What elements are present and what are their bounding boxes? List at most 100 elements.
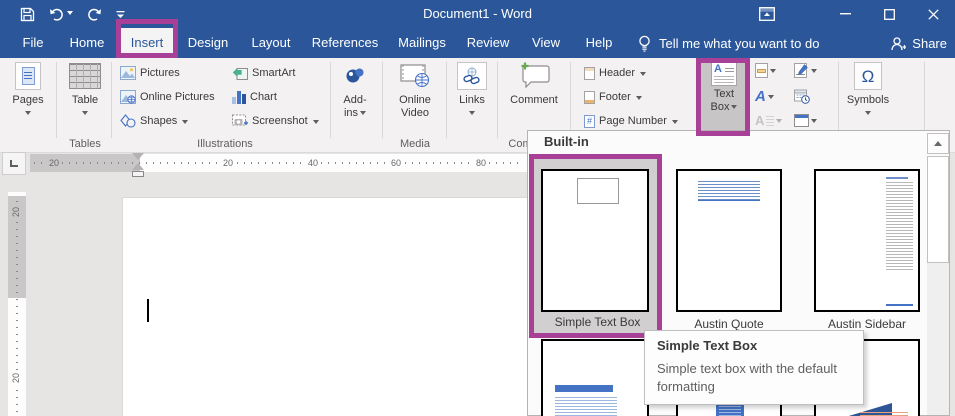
- links-label: Links: [459, 94, 485, 107]
- group-separator: [330, 62, 331, 138]
- header-button[interactable]: Header: [584, 63, 646, 83]
- ruler-number: 20: [11, 370, 21, 386]
- gallery-scroll-up-button[interactable]: [927, 133, 949, 154]
- shapes-button[interactable]: Shapes: [120, 111, 188, 131]
- tab-view[interactable]: View: [524, 28, 568, 58]
- maximize-button[interactable]: [867, 0, 911, 28]
- group-label-media: Media: [388, 138, 442, 152]
- tab-stop-icon: [10, 160, 18, 167]
- first-line-indent-marker[interactable]: [132, 153, 144, 160]
- pages-button[interactable]: Pages: [4, 60, 52, 118]
- footer-label: Footer: [599, 91, 631, 103]
- smartart-icon: [232, 66, 248, 80]
- date-time-button[interactable]: [794, 89, 810, 104]
- horizontal-ruler: 20 20 40 60 80: [30, 154, 527, 172]
- tab-file[interactable]: File: [14, 28, 52, 58]
- comment-icon: [517, 62, 551, 90]
- gallery-item-label: Austin Sidebar: [803, 317, 931, 331]
- pictures-button[interactable]: Pictures: [120, 63, 180, 83]
- online-pictures-button[interactable]: Online Pictures: [120, 87, 215, 107]
- add-ins-icon: [344, 66, 366, 86]
- chart-label: Chart: [250, 91, 277, 103]
- chart-button[interactable]: Chart: [232, 87, 277, 107]
- footer-icon: [584, 91, 595, 104]
- thumbnail-banded-text: [555, 396, 617, 416]
- share-button[interactable]: Share: [890, 28, 947, 58]
- group-separator: [497, 62, 498, 138]
- tab-insert[interactable]: Insert: [121, 28, 173, 58]
- window-controls: [823, 0, 955, 28]
- group-separator: [382, 62, 383, 138]
- ribbon-display-options-button[interactable]: [747, 0, 787, 28]
- tab-review[interactable]: Review: [462, 28, 514, 58]
- symbols-button[interactable]: Ω Symbols: [844, 60, 892, 118]
- tab-design[interactable]: Design: [182, 28, 234, 58]
- title-bar: Document1 - Word: [0, 0, 955, 28]
- tab-home[interactable]: Home: [64, 28, 110, 58]
- page-number-button[interactable]: # Page Number: [584, 111, 678, 131]
- close-icon: [928, 9, 939, 20]
- shapes-label: Shapes: [140, 115, 177, 127]
- add-ins-button[interactable]: Add- ins: [334, 60, 376, 120]
- vertical-ruler: 20 20: [8, 192, 26, 416]
- pictures-icon: [120, 66, 136, 80]
- gallery-item-austin-quote[interactable]: [676, 169, 782, 312]
- screenshot-button[interactable]: Screenshot: [232, 111, 319, 131]
- table-dropdown-arrow-icon: [82, 111, 88, 118]
- signature-line-button[interactable]: [794, 63, 817, 78]
- text-box-label-line1: Text: [714, 88, 734, 101]
- hanging-indent-marker[interactable]: [132, 163, 144, 170]
- online-video-label-line2: Video: [401, 107, 429, 120]
- wordart-dropdown-arrow-icon: [768, 95, 774, 102]
- close-button[interactable]: [911, 0, 955, 28]
- signature-line-icon: [794, 63, 809, 78]
- text-box-label-line2: Box: [711, 101, 730, 114]
- gallery-scrollbar-track[interactable]: [927, 263, 949, 415]
- links-dropdown-arrow-icon: [469, 111, 475, 118]
- object-button[interactable]: [794, 114, 817, 127]
- gallery-item-simple-text-box[interactable]: [541, 169, 649, 312]
- wordart-button[interactable]: A: [755, 89, 774, 104]
- smartart-button[interactable]: SmartArt: [232, 63, 295, 83]
- links-icon: [457, 62, 487, 90]
- online-video-button[interactable]: Online Video: [388, 60, 442, 120]
- comment-label: Comment: [510, 94, 558, 107]
- text-box-button[interactable]: A Text Box: [701, 59, 747, 133]
- document-page[interactable]: [122, 197, 527, 416]
- gallery-section-header: Built-in: [544, 134, 589, 149]
- online-video-label-line1: Online: [399, 94, 431, 107]
- header-icon: [584, 67, 595, 80]
- tooltip-simple-text-box: Simple Text Box Simple text box with the…: [644, 330, 864, 405]
- text-cursor: [147, 299, 149, 322]
- left-indent-marker[interactable]: [132, 171, 144, 177]
- pictures-label: Pictures: [140, 67, 180, 79]
- wordart-icon: A: [755, 89, 766, 104]
- tab-layout[interactable]: Layout: [244, 28, 298, 58]
- gallery-item-austin-sidebar[interactable]: [814, 169, 920, 312]
- comment-button[interactable]: Comment: [504, 60, 564, 107]
- chart-icon: [232, 91, 246, 104]
- drop-cap-button[interactable]: A: [755, 114, 782, 127]
- tab-mailings[interactable]: Mailings: [392, 28, 452, 58]
- smartart-label: SmartArt: [252, 67, 295, 79]
- quick-parts-icon: [755, 63, 768, 78]
- table-button[interactable]: Table: [62, 60, 108, 118]
- share-label: Share: [912, 36, 947, 51]
- text-box-dropdown-arrow-icon: [731, 105, 737, 112]
- tab-selector-button[interactable]: [2, 152, 26, 175]
- pages-dropdown-arrow-icon: [25, 111, 31, 118]
- scroll-up-arrow-icon: [934, 137, 942, 146]
- ruler-number: 80: [473, 157, 489, 169]
- maximize-icon: [884, 9, 895, 20]
- tell-me-box[interactable]: Tell me what you want to do: [638, 28, 819, 58]
- links-button[interactable]: Links: [450, 60, 494, 118]
- tab-references[interactable]: References: [308, 28, 382, 58]
- tab-help[interactable]: Help: [578, 28, 620, 58]
- gallery-item-row2-1[interactable]: [541, 339, 649, 416]
- quick-parts-button[interactable]: [755, 63, 776, 78]
- ribbon-tab-bar: File Home Insert Design Layout Reference…: [0, 28, 955, 58]
- footer-button[interactable]: Footer: [584, 87, 642, 107]
- gallery-scrollbar-thumb[interactable]: [927, 156, 949, 263]
- date-time-icon: [794, 89, 810, 104]
- minimize-button[interactable]: [823, 0, 867, 28]
